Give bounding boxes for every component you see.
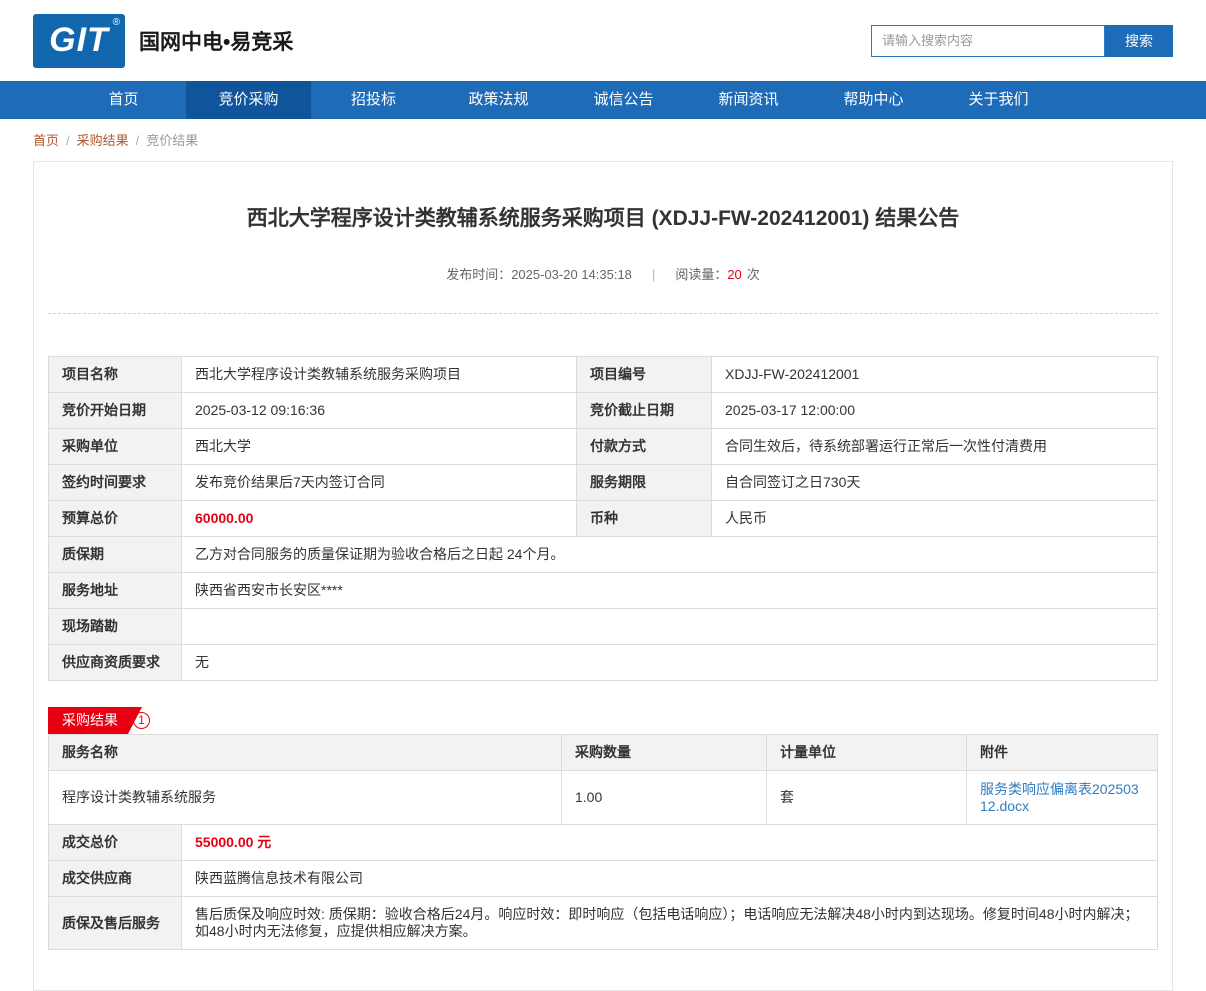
field-value-currency: 人民币 <box>711 500 1158 537</box>
field-label-project-number: 项目编号 <box>576 356 712 393</box>
topbar: GIT ® 国网中电•易竞采 搜索 <box>0 0 1206 81</box>
result-section-header: 采购结果 1 <box>48 707 1158 734</box>
site-logo[interactable]: GIT ® <box>33 13 125 68</box>
search-bar: 搜索 <box>871 24 1173 57</box>
publish-time-label: 发布时间： <box>446 267 512 282</box>
field-label-warranty-after-sales: 质保及售后服务 <box>48 896 182 950</box>
table-row: 供应商资质要求 无 <box>48 644 1158 681</box>
field-label-final-price: 成交总价 <box>48 824 182 861</box>
nav-item-news[interactable]: 新闻资讯 <box>686 81 811 119</box>
column-header-quantity: 采购数量 <box>561 734 767 771</box>
nav-item-home[interactable]: 首页 <box>61 81 186 119</box>
field-label-bid-end-date: 竞价截止日期 <box>576 392 712 429</box>
result-section-tag: 采购结果 <box>48 707 142 734</box>
logo-text: GIT <box>49 21 109 59</box>
field-value-budget-total: 60000.00 <box>181 500 577 537</box>
table-row: 项目名称 西北大学程序设计类教辅系统服务采购项目 项目编号 XDJJ-FW-20… <box>48 356 1158 393</box>
field-label-site-survey: 现场踏勘 <box>48 608 182 645</box>
field-label-service-period: 服务期限 <box>576 464 712 501</box>
dashed-divider <box>48 313 1158 314</box>
field-value-payment-method: 合同生效后，待系统部署运行正常后一次性付清费用 <box>711 428 1158 465</box>
table-row: 成交总价 55000.00 元 <box>48 824 1158 861</box>
field-label-project-name: 项目名称 <box>48 356 182 393</box>
field-value-warranty-period: 乙方对合同服务的质量保证期为验收合格后之日起 24个月。 <box>181 536 1158 573</box>
field-label-payment-method: 付款方式 <box>576 428 712 465</box>
field-label-budget-total: 预算总价 <box>48 500 182 537</box>
project-info-table: 项目名称 西北大学程序设计类教辅系统服务采购项目 项目编号 XDJJ-FW-20… <box>48 356 1158 681</box>
result-service-name: 程序设计类教辅系统服务 <box>48 770 562 825</box>
breadcrumb-link-procurement-results[interactable]: 采购结果 <box>77 133 129 148</box>
views-count: 20 <box>727 267 742 282</box>
table-row: 签约时间要求 发布竞价结果后7天内签订合同 服务期限 自合同签订之日730天 <box>48 464 1158 501</box>
nav-item-about-us[interactable]: 关于我们 <box>936 81 1061 119</box>
field-value-bid-start-date: 2025-03-12 09:16:36 <box>181 392 577 429</box>
field-value-site-survey <box>181 608 1158 645</box>
table-row: 竞价开始日期 2025-03-12 09:16:36 竞价截止日期 2025-0… <box>48 392 1158 429</box>
nav-item-policies[interactable]: 政策法规 <box>436 81 561 119</box>
nav-item-help-center[interactable]: 帮助中心 <box>811 81 936 119</box>
result-table-header-row: 服务名称 采购数量 计量单位 附件 <box>48 734 1158 771</box>
column-header-unit: 计量单位 <box>766 734 967 771</box>
column-header-service-name: 服务名称 <box>48 734 562 771</box>
field-label-service-address: 服务地址 <box>48 572 182 609</box>
breadcrumb-separator: / <box>66 133 70 148</box>
field-label-bid-start-date: 竞价开始日期 <box>48 392 182 429</box>
field-value-warranty-after-sales: 售后质保及响应时效: 质保期：验收合格后24月。响应时效：即时响应（包括电话响应… <box>181 896 1158 950</box>
nav-item-bidding-procurement[interactable]: 竞价采购 <box>186 81 311 119</box>
main-nav: 首页 竞价采购 招投标 政策法规 诚信公告 新闻资讯 帮助中心 关于我们 <box>0 81 1206 119</box>
table-row: 预算总价 60000.00 币种 人民币 <box>48 500 1158 537</box>
field-value-service-address: 陕西省西安市长安区**** <box>181 572 1158 609</box>
nav-item-tendering[interactable]: 招投标 <box>311 81 436 119</box>
search-input[interactable] <box>871 24 1105 57</box>
site-title: 国网中电•易竞采 <box>139 30 294 54</box>
field-label-winning-supplier: 成交供应商 <box>48 860 182 897</box>
field-value-purchasing-unit: 西北大学 <box>181 428 577 465</box>
result-unit: 套 <box>766 770 967 825</box>
publish-time-value: 2025-03-20 14:35:18 <box>511 267 632 282</box>
attachment-link[interactable]: 服务类响应偏离表20250312.docx <box>980 781 1139 814</box>
field-label-supplier-qualification: 供应商资质要求 <box>48 644 182 681</box>
field-value-signing-requirement: 发布竞价结果后7天内签订合同 <box>181 464 577 501</box>
field-label-purchasing-unit: 采购单位 <box>48 428 182 465</box>
field-label-warranty-period: 质保期 <box>48 536 182 573</box>
result-row: 程序设计类教辅系统服务 1.00 套 服务类响应偏离表20250312.docx <box>48 770 1158 825</box>
field-value-service-period: 自合同签订之日730天 <box>711 464 1158 501</box>
field-value-winning-supplier: 陕西蓝腾信息技术有限公司 <box>181 860 1158 897</box>
field-value-project-name: 西北大学程序设计类教辅系统服务采购项目 <box>181 356 577 393</box>
breadcrumb-separator: / <box>135 133 140 148</box>
result-table: 服务名称 采购数量 计量单位 附件 程序设计类教辅系统服务 1.00 套 服务类… <box>48 734 1158 825</box>
search-button[interactable]: 搜索 <box>1105 24 1173 57</box>
field-label-currency: 币种 <box>576 500 712 537</box>
table-row: 质保及售后服务 售后质保及响应时效: 质保期：验收合格后24月。响应时效：即时响… <box>48 896 1158 950</box>
breadcrumb: 首页 / 采购结果 / 竞价结果 <box>33 119 1173 161</box>
registered-mark-icon: ® <box>112 16 120 28</box>
table-row: 采购单位 西北大学 付款方式 合同生效后，待系统部署运行正常后一次性付清费用 <box>48 428 1158 465</box>
field-value-bid-end-date: 2025-03-17 12:00:00 <box>711 392 1158 429</box>
page-title: 西北大学程序设计类教辅系统服务采购项目 (XDJJ-FW-202412001) … <box>246 207 960 230</box>
meta-separator: | <box>651 267 656 282</box>
views-label: 阅读量： <box>675 267 728 282</box>
table-row: 质保期 乙方对合同服务的质量保证期为验收合格后之日起 24个月。 <box>48 536 1158 573</box>
content-card: 西北大学程序设计类教辅系统服务采购项目 (XDJJ-FW-202412001) … <box>33 161 1173 991</box>
breadcrumb-link-home[interactable]: 首页 <box>33 133 59 148</box>
table-row: 成交供应商 陕西蓝腾信息技术有限公司 <box>48 860 1158 897</box>
result-quantity: 1.00 <box>561 770 767 825</box>
article-meta: 发布时间：2025-03-20 14:35:18 | 阅读量：20 次 <box>48 264 1158 283</box>
field-value-supplier-qualification: 无 <box>181 644 1158 681</box>
column-header-attachment: 附件 <box>966 734 1158 771</box>
table-row: 现场踏勘 <box>48 608 1158 645</box>
field-value-final-price: 55000.00 元 <box>181 824 1158 861</box>
field-value-project-number: XDJJ-FW-202412001 <box>711 356 1158 393</box>
table-row: 服务地址 陕西省西安市长安区**** <box>48 572 1158 609</box>
views-unit: 次 <box>746 267 760 282</box>
breadcrumb-current-bidding-results: 竞价结果 <box>146 133 199 148</box>
result-summary-table: 成交总价 55000.00 元 成交供应商 陕西蓝腾信息技术有限公司 质保及售后… <box>48 824 1158 950</box>
nav-item-integrity-notices[interactable]: 诚信公告 <box>561 81 686 119</box>
field-label-signing-requirement: 签约时间要求 <box>48 464 182 501</box>
